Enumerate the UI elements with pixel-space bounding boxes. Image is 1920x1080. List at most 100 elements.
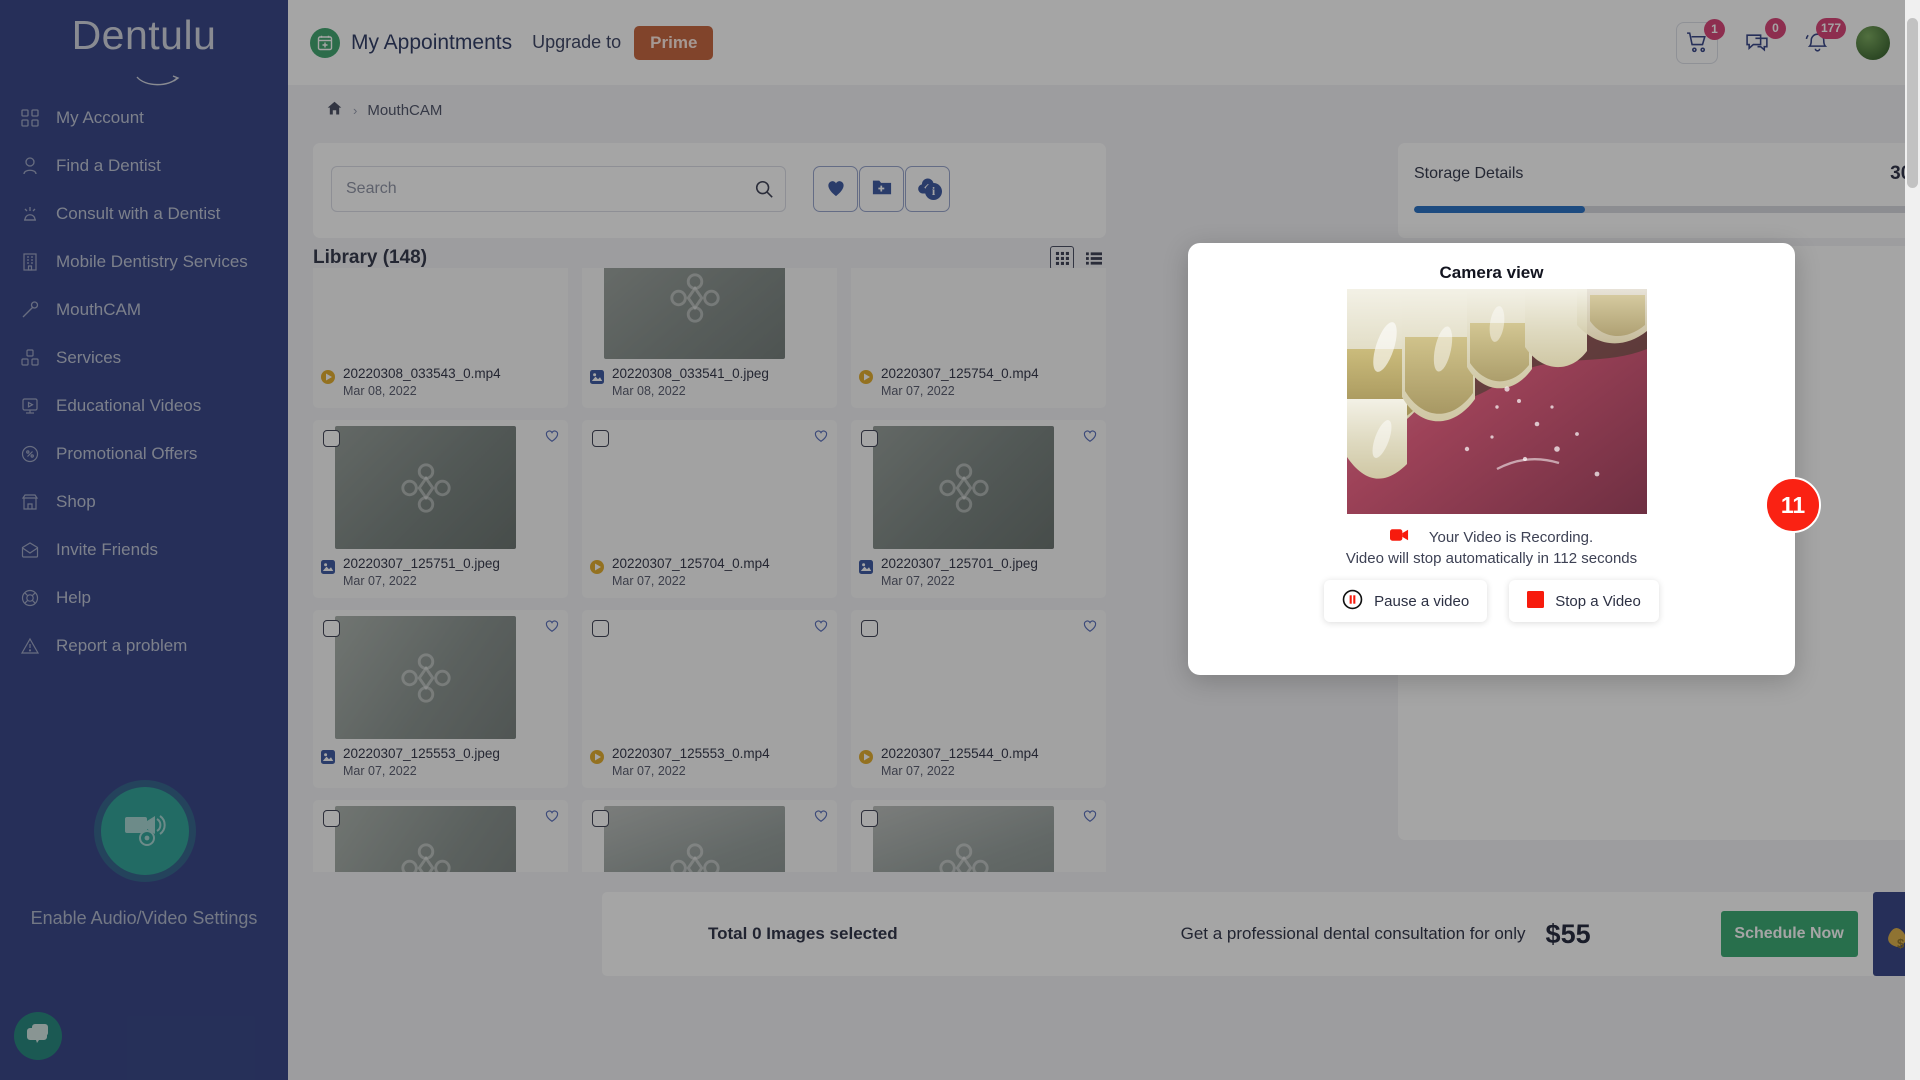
enable-audio-video-button[interactable] — [101, 787, 189, 875]
tile-checkbox[interactable] — [592, 810, 609, 827]
notifications-button[interactable]: 177 — [1796, 17, 1846, 64]
home-icon[interactable] — [326, 100, 343, 121]
tile-thumbnail — [604, 426, 785, 549]
tile-checkbox[interactable] — [323, 620, 340, 637]
favorites-button[interactable] — [813, 166, 858, 212]
library-tile[interactable]: 20220308_033541_0.jpeg Mar 08, 2022 — [582, 268, 837, 408]
heart-outline-icon[interactable] — [813, 428, 829, 448]
sidebar-item-services[interactable]: Services — [0, 334, 288, 382]
sidebar-item-label: Invite Friends — [56, 540, 159, 559]
sidebar-item-mobile-dentistry-services[interactable]: Mobile Dentistry Services — [0, 238, 288, 286]
schedule-now-button[interactable]: Schedule Now — [1720, 911, 1858, 957]
tile-checkbox[interactable] — [592, 430, 609, 447]
library-tile[interactable]: 20220307_125704_0.mp4 Mar 07, 2022 — [582, 420, 837, 598]
cart-button[interactable]: 1 — [1676, 18, 1725, 64]
library-tile[interactable]: 20220307_125553_0.jpeg Mar 07, 2022 — [313, 610, 568, 788]
camera-view-modal: Camera view Your Video is Recording. Vid… — [1188, 243, 1795, 675]
breadcrumb-current: MouthCAM — [367, 102, 443, 119]
tile-checkbox[interactable] — [861, 810, 878, 827]
chat-widget-button[interactable] — [14, 1012, 62, 1060]
tile-filename: 20220307_125751_0.jpeg — [343, 556, 500, 572]
sidebar-item-find-a-dentist[interactable]: Find a Dentist — [0, 142, 288, 190]
sidebar-item-help[interactable]: Help — [0, 574, 288, 622]
tile-date: Mar 07, 2022 — [612, 574, 686, 588]
new-folder-button[interactable] — [859, 166, 904, 212]
recording-text: Your Video is Recording. — [1428, 528, 1594, 546]
tile-thumbnail — [604, 806, 785, 872]
library-tile[interactable] — [851, 800, 1106, 872]
heart-outline-icon[interactable] — [544, 428, 560, 448]
consult-icon — [18, 202, 42, 226]
library-tile[interactable]: 20220308_033543_0.mp4 Mar 08, 2022 — [313, 268, 568, 408]
library-tile[interactable] — [313, 800, 568, 872]
folder-plus-icon — [871, 177, 893, 202]
messages-button[interactable]: 0 — [1736, 17, 1786, 64]
stop-video-label: Stop a Video — [1555, 592, 1641, 610]
library-tile[interactable]: 20220307_125544_0.mp4 Mar 07, 2022 — [851, 610, 1106, 788]
library-tile[interactable] — [582, 800, 837, 872]
list-view-icon[interactable] — [1082, 246, 1106, 270]
tile-checkbox[interactable] — [323, 810, 340, 827]
sidebar-item-shop[interactable]: Shop — [0, 478, 288, 526]
percent-badge-icon — [18, 442, 42, 466]
sidebar-item-educational-videos[interactable]: Educational Videos — [0, 382, 288, 430]
heart-outline-icon[interactable] — [1082, 808, 1098, 828]
sidebar-item-promotional-offers[interactable]: Promotional Offers — [0, 430, 288, 478]
tile-checkbox[interactable] — [861, 620, 878, 637]
library-grid-area[interactable]: 20220308_033543_0.mp4 Mar 08, 2022 2022030… — [313, 268, 1106, 872]
search-icon[interactable] — [743, 167, 785, 211]
dentist-person-icon — [18, 154, 42, 178]
library-tile[interactable]: 20220307_125751_0.jpeg Mar 07, 2022 — [313, 420, 568, 598]
pause-video-button[interactable]: Pause a video — [1324, 580, 1488, 622]
app-root: Dentulu My Account Find a Dentist Consul… — [0, 0, 1920, 1080]
heart-outline-icon[interactable] — [813, 618, 829, 638]
tile-info: 20220307_125701_0.jpeg Mar 07, 2022 — [881, 556, 1038, 588]
sidebar-item-report-a-problem[interactable]: Report a problem — [0, 622, 288, 670]
sidebar-item-mouthcam[interactable]: MouthCAM — [0, 286, 288, 334]
heart-outline-icon[interactable] — [544, 618, 560, 638]
view-toggle-group — [1050, 246, 1106, 270]
enable-audio-video-label: Enable Audio/Video Settings — [30, 908, 258, 928]
sidebar-item-invite-friends[interactable]: Invite Friends — [0, 526, 288, 574]
grid-view-icon[interactable] — [1050, 246, 1074, 270]
image-type-icon — [859, 560, 875, 579]
sidebar-item-my-account[interactable]: My Account — [0, 94, 288, 142]
tile-filename: 20220307_125544_0.mp4 — [881, 746, 1039, 762]
library-tile[interactable]: 20220307_125553_0.mp4 Mar 07, 2022 — [582, 610, 837, 788]
modal-actions: Pause a video Stop a Video — [1188, 580, 1795, 622]
heart-outline-icon[interactable] — [544, 808, 560, 828]
heart-outline-icon[interactable] — [1082, 428, 1098, 448]
calendar-plus-icon — [310, 27, 340, 58]
notifications-badge: 177 — [1815, 17, 1846, 39]
tile-checkbox[interactable] — [323, 430, 340, 447]
info-icon[interactable]: i — [925, 183, 942, 200]
breadcrumb: › MouthCAM — [326, 100, 442, 121]
breadcrumb-separator: › — [353, 103, 358, 118]
library-tile[interactable]: 20220307_125754_0.mp4 Mar 07, 2022 — [851, 268, 1106, 408]
search-input[interactable] — [332, 180, 743, 198]
consultation-price: $55 — [1545, 918, 1591, 949]
page-scrollbar[interactable] — [1905, 0, 1920, 1080]
tile-info: 20220307_125553_0.mp4 Mar 07, 2022 — [612, 746, 770, 778]
video-type-icon — [859, 370, 875, 389]
tile-footer: 20220308_033541_0.jpeg Mar 08, 2022 — [590, 366, 831, 398]
tile-checkbox[interactable] — [592, 620, 609, 637]
my-appointments-button[interactable]: My Appointments — [310, 27, 512, 58]
sidebar-item-label: Promotional Offers — [56, 444, 198, 463]
tile-footer: 20220307_125553_0.jpeg Mar 07, 2022 — [321, 746, 562, 778]
heart-outline-icon[interactable] — [1082, 618, 1098, 638]
stop-video-button[interactable]: Stop a Video — [1509, 580, 1659, 622]
image-type-icon — [321, 560, 337, 579]
library-header: Library (148) — [313, 246, 1106, 270]
library-tile[interactable]: 20220307_125701_0.jpeg Mar 07, 2022 — [851, 420, 1106, 598]
tile-checkbox[interactable] — [861, 430, 878, 447]
prime-button[interactable]: Prime — [634, 25, 714, 60]
page-scrollbar-thumb[interactable] — [1907, 18, 1918, 188]
search-box[interactable] — [331, 166, 786, 212]
sidebar-item-consult-with-a-dentist[interactable]: Consult with a Dentist — [0, 190, 288, 238]
avatar[interactable] — [1856, 25, 1890, 60]
tile-thumbnail — [335, 426, 516, 549]
tile-filename: 20220308_033541_0.jpeg — [612, 366, 769, 382]
top-bar-actions: 1 0 177 — [1676, 0, 1890, 85]
heart-outline-icon[interactable] — [813, 808, 829, 828]
